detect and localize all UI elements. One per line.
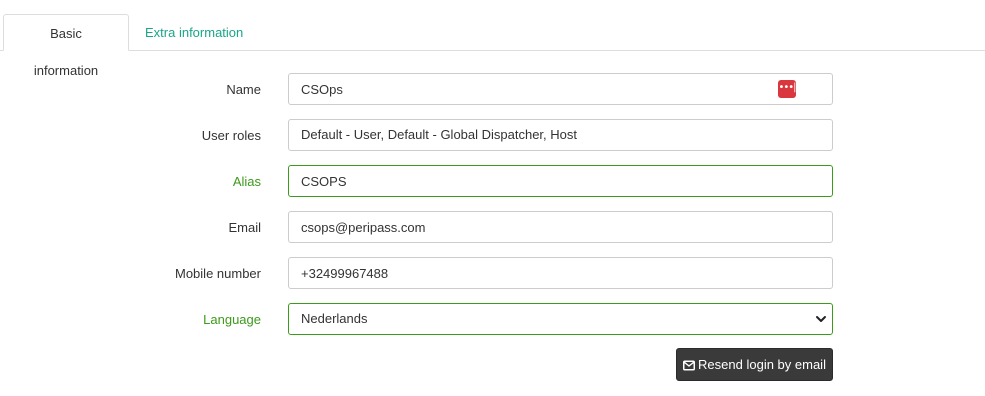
user-roles-label: User roles: [201, 128, 261, 143]
tab-bar: Basic information Extra information: [0, 0, 985, 78]
alias-label: Alias: [232, 174, 261, 189]
email-label: Email: [228, 220, 261, 235]
mobile-number-field[interactable]: [288, 257, 833, 289]
resend-login-button[interactable]: Resend login by email: [676, 348, 833, 381]
user-roles-field[interactable]: Default - User, Default - Global Dispatc…: [288, 119, 833, 151]
chevron-down-icon[interactable]: [815, 312, 827, 326]
resend-login-label: Resend login by email: [698, 357, 826, 372]
mobile-number-label: Mobile number: [175, 266, 261, 281]
name-label: Name: [226, 82, 261, 97]
tab-extra-information[interactable]: Extra information: [131, 14, 257, 51]
email-field[interactable]: [288, 211, 833, 243]
alias-field[interactable]: [288, 165, 833, 197]
language-label: Language: [203, 312, 261, 327]
language-select[interactable]: Nederlands: [288, 303, 833, 335]
name-field[interactable]: [288, 73, 833, 105]
tab-basic-information[interactable]: Basic information: [3, 14, 129, 78]
password-manager-icon[interactable]: •••|: [778, 80, 797, 98]
envelope-icon: [683, 360, 696, 371]
